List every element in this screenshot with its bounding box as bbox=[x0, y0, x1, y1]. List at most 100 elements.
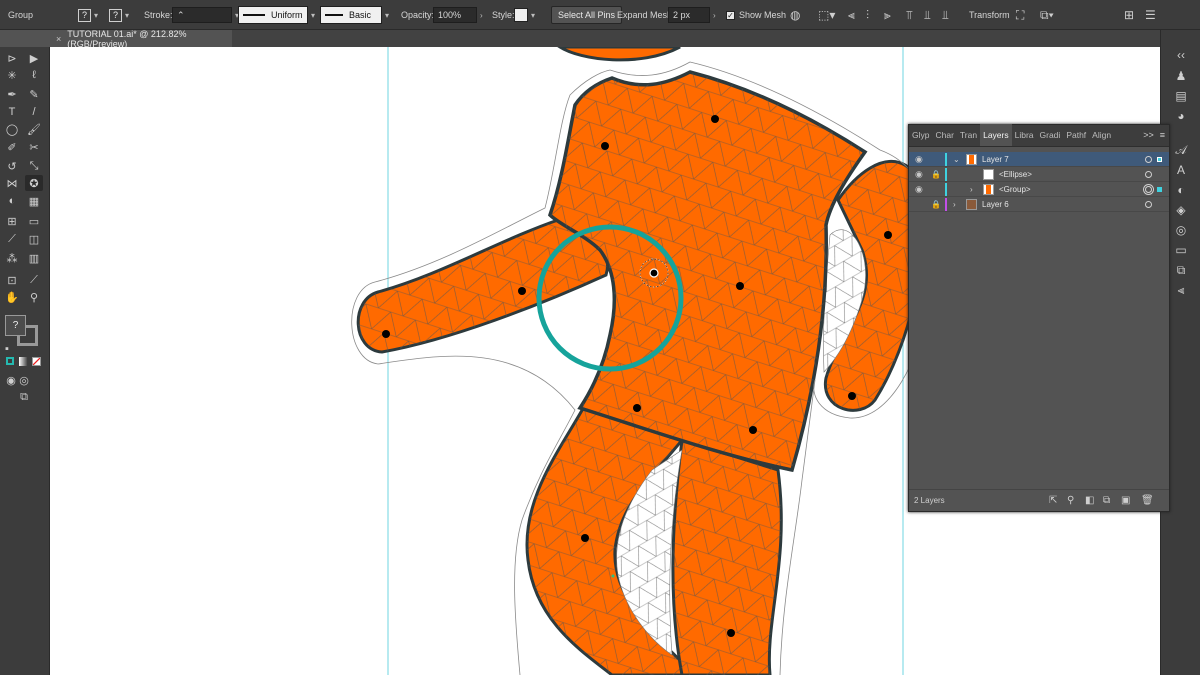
selection-indicator[interactable] bbox=[1157, 156, 1162, 162]
pin[interactable] bbox=[884, 231, 892, 239]
chevron-down-icon[interactable]: ⌄ bbox=[953, 155, 960, 164]
layer-name[interactable]: Layer 6 bbox=[982, 200, 1009, 209]
lock-icon[interactable]: 🔒 bbox=[931, 170, 941, 179]
pin[interactable] bbox=[848, 392, 856, 400]
layer-row-group[interactable]: ◉ › <Group> bbox=[909, 182, 1169, 197]
lock-icon[interactable]: 🔒 bbox=[931, 200, 941, 209]
variable-width-profile[interactable]: Uniform ▾ bbox=[238, 0, 315, 30]
pin[interactable] bbox=[382, 330, 390, 338]
tab-align[interactable]: Align bbox=[1089, 124, 1114, 146]
align-center-icon[interactable]: ⫶ bbox=[866, 0, 869, 30]
puppet-icon[interactable]: ♟ bbox=[1173, 68, 1189, 84]
libraries-icon[interactable]: ◎ bbox=[1173, 222, 1189, 238]
shaper-tool-icon[interactable]: ✐ bbox=[3, 139, 21, 155]
brush-definition[interactable]: Basic ▾ bbox=[320, 0, 389, 30]
transform-link[interactable]: Transform bbox=[969, 0, 1010, 30]
head[interactable] bbox=[557, 47, 681, 62]
pin[interactable] bbox=[749, 426, 757, 434]
eyedropper-tool-icon[interactable]: ⟋ bbox=[3, 231, 21, 247]
document-tab[interactable]: × TUTORIAL 01.ai* @ 212.82% (RGB/Preview… bbox=[50, 29, 232, 49]
new-layer-icon[interactable]: ▣ bbox=[1121, 495, 1130, 506]
color-palette-icon[interactable]: ◕ bbox=[1173, 108, 1189, 124]
rotate-tool-icon[interactable]: ↺ bbox=[3, 158, 21, 174]
target-circle-icon[interactable] bbox=[1145, 155, 1152, 163]
stroke-color-dropdown[interactable]: ? ▾ bbox=[109, 0, 129, 30]
gradient-tool-icon[interactable]: ▭ bbox=[25, 213, 43, 229]
selected-pin[interactable] bbox=[649, 268, 659, 278]
blend-tool-icon[interactable]: ◫ bbox=[25, 231, 43, 247]
tab-transform[interactable]: Tran bbox=[957, 124, 980, 146]
pin[interactable] bbox=[711, 115, 719, 123]
tab-libraries[interactable]: Libra bbox=[1012, 124, 1037, 146]
target-circle-icon[interactable] bbox=[1145, 185, 1152, 193]
target-circle-icon[interactable] bbox=[1145, 170, 1152, 178]
trash-icon[interactable]: 🗑 bbox=[1141, 495, 1154, 506]
none-mode-icon[interactable] bbox=[30, 353, 42, 369]
more-tabs-icon[interactable]: >> bbox=[1143, 130, 1154, 140]
graph-tool-icon[interactable]: ▥ bbox=[25, 250, 43, 266]
locate-object-icon[interactable]: ⚲ bbox=[1067, 495, 1074, 506]
clipping-mask-icon[interactable]: ◧ bbox=[1085, 495, 1094, 506]
export-icon[interactable]: ⇱ bbox=[1049, 495, 1057, 506]
chevron-right-icon[interactable]: › bbox=[953, 200, 956, 209]
screen-mode-icon[interactable]: ⧉ bbox=[15, 389, 33, 405]
scale-tool-icon[interactable]: ⤡ bbox=[25, 158, 43, 174]
artboard-tool-icon[interactable]: ⊡ bbox=[3, 272, 21, 288]
hand-tool-icon[interactable]: ✋ bbox=[3, 289, 21, 305]
pin[interactable] bbox=[727, 629, 735, 637]
pin[interactable] bbox=[518, 287, 526, 295]
tab-layers[interactable]: Layers bbox=[980, 124, 1012, 146]
close-icon[interactable]: × bbox=[56, 34, 61, 44]
tab-glyphs[interactable]: Glyp bbox=[909, 124, 932, 146]
layer-name[interactable]: <Group> bbox=[999, 185, 1031, 194]
selection-indicator[interactable] bbox=[1157, 186, 1162, 192]
new-sublayer-icon[interactable]: ⧉ bbox=[1103, 495, 1110, 506]
align-icon[interactable]: ⫷ bbox=[1173, 282, 1189, 298]
draw-behind-icon[interactable]: ◎ bbox=[15, 372, 33, 388]
scissors-tool-icon[interactable]: ✂ bbox=[25, 139, 43, 155]
recolor-artwork-icon[interactable]: ⬚▾ bbox=[818, 0, 835, 30]
expand-mesh-field[interactable]: 2 px › bbox=[668, 0, 716, 30]
tab-gradient[interactable]: Gradi bbox=[1037, 124, 1064, 146]
panel-menu-icon[interactable]: ≡ bbox=[1160, 130, 1165, 140]
pin[interactable] bbox=[581, 534, 589, 542]
color-mode-icon[interactable] bbox=[4, 353, 16, 369]
pin[interactable] bbox=[601, 142, 609, 150]
opacity-field[interactable]: 100% › bbox=[433, 0, 483, 30]
symbol-sprayer-tool-icon[interactable]: ⁂ bbox=[3, 250, 21, 266]
tab-character[interactable]: Char bbox=[932, 124, 956, 146]
perspective-tool-icon[interactable]: ▦ bbox=[25, 193, 43, 209]
shape-builder-tool-icon[interactable]: ◐ bbox=[3, 193, 21, 209]
stroke-weight-field[interactable]: ⌃ ▾ bbox=[172, 0, 239, 30]
align-middle-icon[interactable]: ⫫ bbox=[924, 0, 931, 30]
workspace-icon[interactable]: ⊞ bbox=[1124, 0, 1134, 30]
direct-selection-tool-icon[interactable]: ▶ bbox=[25, 50, 43, 66]
align-left-icon[interactable]: ⫷ bbox=[848, 0, 855, 30]
curvature-tool-icon[interactable]: ✎ bbox=[25, 86, 43, 102]
align-right-icon[interactable]: ⫸ bbox=[884, 0, 891, 30]
layer-row-ellipse[interactable]: ◉ 🔒 <Ellipse> bbox=[909, 167, 1169, 182]
panel-menu-icon[interactable]: ☰ bbox=[1145, 0, 1156, 30]
pen-tool-icon[interactable]: ✒ bbox=[3, 86, 21, 102]
pin[interactable] bbox=[633, 404, 641, 412]
puppet-warp-tool-icon[interactable]: ✪ bbox=[25, 175, 43, 191]
tab-pathfinder[interactable]: Pathf bbox=[1063, 124, 1089, 146]
layer-name[interactable]: Layer 7 bbox=[982, 155, 1009, 164]
type-tool-icon[interactable]: T bbox=[3, 104, 21, 120]
isolate-icon[interactable]: ⛶ bbox=[1016, 0, 1024, 30]
chevron-right-icon[interactable]: › bbox=[970, 185, 973, 194]
paintbrush-tool-icon[interactable]: 🖌 bbox=[25, 121, 43, 137]
layer-row-layer-7[interactable]: ◉ ⌄ Layer 7 bbox=[909, 152, 1169, 167]
fill-color-dropdown[interactable]: ? ▾ bbox=[78, 0, 98, 30]
show-mesh-checkbox[interactable]: ✓ Show Mesh bbox=[726, 0, 786, 30]
visibility-eye-icon[interactable]: ◉ bbox=[915, 169, 923, 180]
gradient-icon[interactable]: ▭ bbox=[1173, 242, 1189, 258]
lasso-tool-icon[interactable]: ℓ bbox=[25, 67, 43, 83]
layer-row-layer-6[interactable]: 🔒 › Layer 6 bbox=[909, 197, 1169, 212]
align-bottom-icon[interactable]: ⫫ bbox=[942, 0, 949, 30]
appearance-icon[interactable]: ◐ bbox=[1173, 182, 1189, 198]
fill-color-swatch[interactable]: ? bbox=[5, 315, 26, 336]
graphic-style-dropdown[interactable]: ▾ bbox=[514, 0, 535, 30]
properties-icon[interactable]: ▤ bbox=[1173, 88, 1189, 104]
magic-wand-tool-icon[interactable]: ✳ bbox=[3, 67, 21, 83]
